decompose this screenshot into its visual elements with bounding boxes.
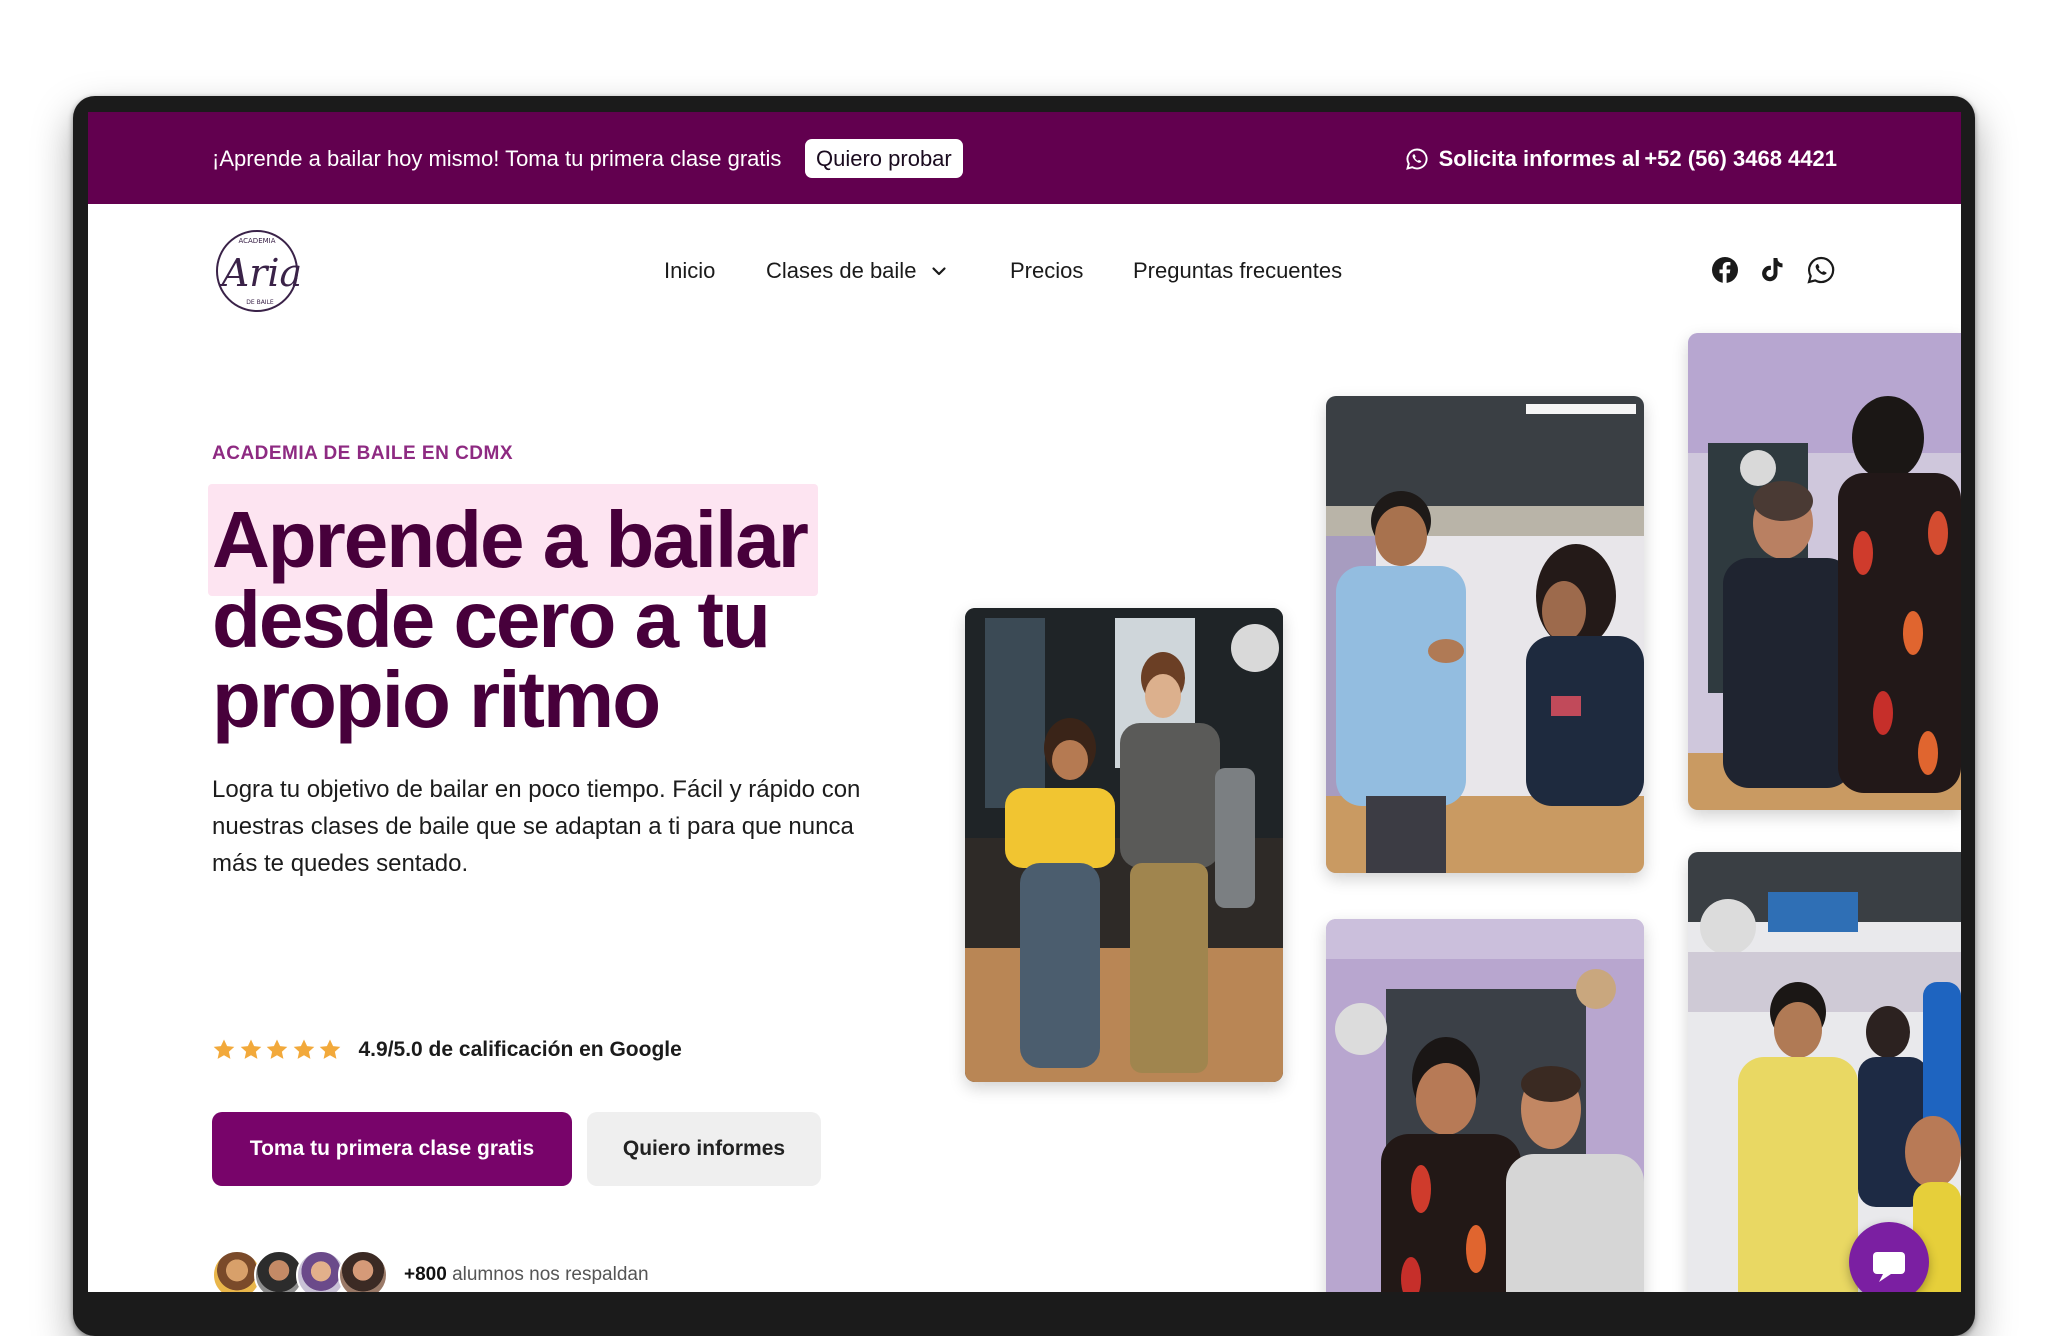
nav-item-clases-label: Clases de baile xyxy=(766,258,917,283)
tiktok-icon[interactable] xyxy=(1758,255,1788,285)
students-count: +800 alumnos nos respaldan xyxy=(404,1264,649,1286)
avatar xyxy=(338,1250,388,1292)
students-count-number: +800 xyxy=(404,1264,447,1285)
logo-bottom-text: DE BAILE xyxy=(246,299,274,306)
dance-photo-couple xyxy=(965,608,1283,1082)
nav-item-inicio[interactable]: Inicio xyxy=(664,258,715,284)
hero-title-line-3: propio ritmo xyxy=(212,655,661,744)
chat-icon xyxy=(1873,1252,1905,1282)
dance-photo-laughing xyxy=(1326,919,1644,1292)
nav-item-faq[interactable]: Preguntas frecuentes xyxy=(1133,258,1342,284)
academy-logo[interactable]: Aria ACADEMIA DE BAILE xyxy=(214,228,302,314)
star-icon xyxy=(319,1039,341,1059)
rating-text: 4.9/5.0 de calificación en Google xyxy=(358,1038,682,1061)
hero-description: Logra tu objetivo de bailar en poco tiem… xyxy=(212,776,861,877)
star-icon xyxy=(266,1039,288,1059)
announcement-bar: ¡Aprende a bailar hoy mismo! Toma tu pri… xyxy=(88,112,1961,204)
hero-title-line-1: Aprende a bailar xyxy=(212,495,809,584)
promo-text: ¡Aprende a bailar hoy mismo! Toma tu pri… xyxy=(212,146,782,171)
browser-viewport: ¡Aprende a bailar hoy mismo! Toma tu pri… xyxy=(88,112,1961,1292)
info-request-button[interactable]: Quiero informes xyxy=(587,1112,821,1186)
try-button[interactable]: Quiero probar xyxy=(805,139,963,178)
logo-wordmark: Aria xyxy=(219,251,300,295)
chevron-down-icon xyxy=(932,267,947,276)
hero-title-line-2: desde cero a tu xyxy=(212,575,771,664)
contact-prefix: Solicita informes al xyxy=(1438,146,1641,171)
contact-link[interactable]: Solicita informes al +52 (56) 3468 4421 xyxy=(1405,146,1837,172)
star-icon xyxy=(240,1039,261,1059)
facebook-icon[interactable] xyxy=(1710,255,1740,285)
whatsapp-icon xyxy=(1405,148,1428,170)
dance-photo-lesson xyxy=(1326,396,1644,873)
free-class-button[interactable]: Toma tu primera clase gratis xyxy=(212,1112,572,1186)
google-rating: 4.9/5.0 de calificación en Google xyxy=(212,1038,682,1062)
nav-item-clases[interactable]: Clases de baile xyxy=(766,258,948,284)
hero-eyebrow: ACADEMIA DE BAILE EN CDMX xyxy=(212,443,514,464)
students-count-label: alumnos nos respaldan xyxy=(452,1264,649,1285)
chat-button[interactable] xyxy=(1849,1222,1929,1292)
star-icon xyxy=(213,1039,235,1059)
dance-photo-pair xyxy=(1688,333,1961,810)
logo-top-text: ACADEMIA xyxy=(238,237,275,245)
star-icon xyxy=(293,1039,314,1059)
whatsapp-icon[interactable] xyxy=(1806,255,1836,285)
hero-title: Aprende a bailar desde cero a tu propio … xyxy=(212,500,912,740)
contact-phone: +52 (56) 3468 4421 xyxy=(1644,146,1837,171)
nav-item-precios[interactable]: Precios xyxy=(1010,258,1083,284)
